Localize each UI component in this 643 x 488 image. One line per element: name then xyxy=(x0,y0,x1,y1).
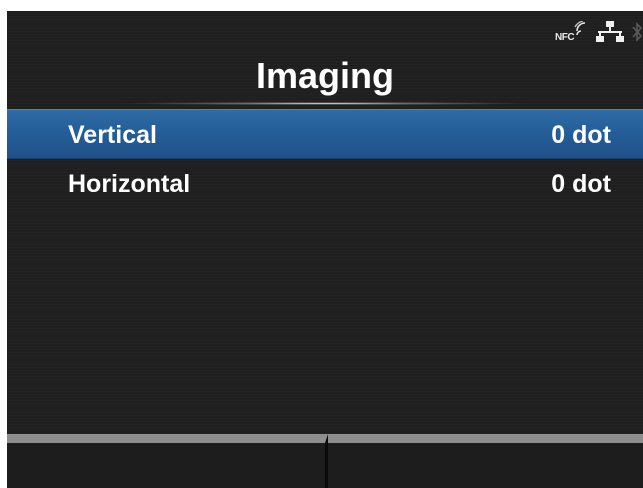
menu-list: Vertical 0 dot Horizontal 0 dot xyxy=(7,109,643,209)
printer-screen: NFC Imaging Vertical 0 dot Horizontal 0 … xyxy=(7,11,643,488)
menu-item-horizontal[interactable]: Horizontal 0 dot xyxy=(7,159,643,209)
right-softkey-button[interactable] xyxy=(328,434,643,488)
menu-item-vertical[interactable]: Vertical 0 dot xyxy=(7,109,643,159)
softkey-bar xyxy=(7,434,643,488)
left-softkey-button[interactable] xyxy=(7,434,328,488)
menu-item-value: 0 dot xyxy=(551,170,611,198)
title-underline xyxy=(7,101,643,106)
menu-item-value: 0 dot xyxy=(551,121,611,149)
page-title: Imaging xyxy=(255,55,394,96)
title-bar: Imaging xyxy=(7,11,643,106)
menu-item-label: Vertical xyxy=(68,121,157,149)
menu-item-label: Horizontal xyxy=(68,170,191,198)
